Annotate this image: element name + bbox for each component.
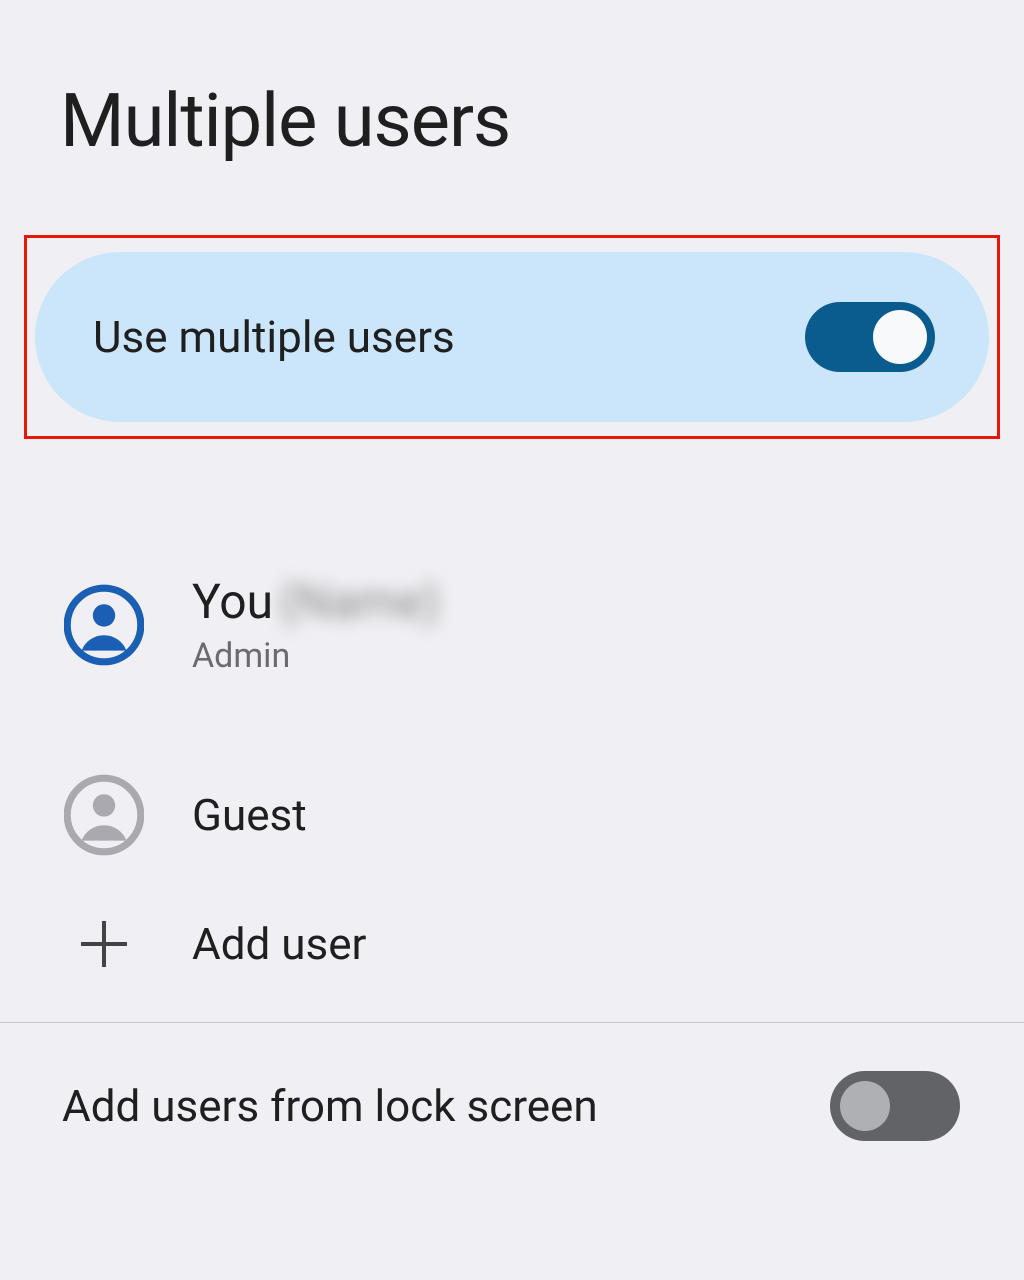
plus-icon xyxy=(64,919,144,969)
user-name-you: You xyxy=(192,573,273,630)
user-row-you[interactable]: You (Name) Admin xyxy=(64,545,960,704)
highlight-annotation: Use multiple users xyxy=(24,235,1000,439)
use-multiple-users-toggle[interactable] xyxy=(805,302,935,372)
avatar-admin-icon xyxy=(64,584,144,666)
user-row-guest[interactable]: Guest xyxy=(64,746,960,884)
user-name-redacted: (Name) xyxy=(279,573,440,630)
user-list: You (Name) Admin Guest Add user xyxy=(0,545,1024,1004)
use-multiple-users-row[interactable]: Use multiple users xyxy=(35,252,989,422)
add-users-lock-screen-toggle[interactable] xyxy=(830,1071,960,1141)
user-role-admin: Admin xyxy=(192,636,440,676)
add-user-label: Add user xyxy=(192,918,366,970)
avatar-guest-icon xyxy=(64,774,144,856)
use-multiple-users-label: Use multiple users xyxy=(93,311,455,363)
add-user-row[interactable]: Add user xyxy=(64,884,960,1004)
user-name-guest: Guest xyxy=(192,789,307,841)
page-title: Multiple users xyxy=(0,0,1024,165)
add-users-lock-screen-label: Add users from lock screen xyxy=(62,1080,598,1132)
add-users-lock-screen-row[interactable]: Add users from lock screen xyxy=(0,1023,1024,1141)
